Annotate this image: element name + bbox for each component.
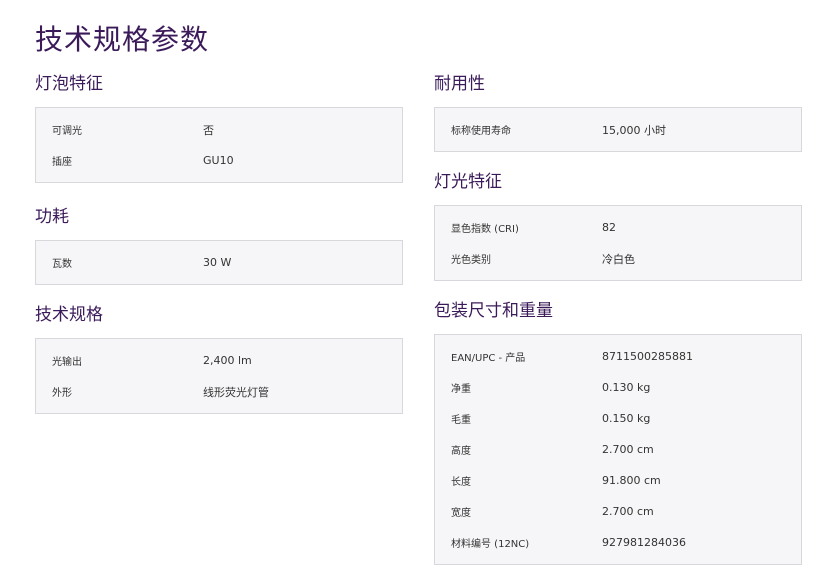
- spec-row: 光输出 2,400 lm: [36, 345, 402, 376]
- spec-value: 927981284036: [602, 536, 686, 549]
- spec-row: 显色指数 (CRI) 82: [435, 212, 801, 243]
- spec-row: 高度 2.700 cm: [435, 434, 801, 465]
- spec-table: 瓦数 30 W: [35, 240, 403, 285]
- spec-value: 91.800 cm: [602, 474, 661, 487]
- spec-row: 光色类别 冷白色: [435, 243, 801, 274]
- spec-label: 长度: [451, 477, 471, 488]
- spec-label: 毛重: [451, 415, 471, 426]
- spec-row: 净重 0.130 kg: [435, 372, 801, 403]
- spec-label: 显色指数 (CRI): [451, 224, 519, 235]
- section-light-features: 灯光特征 显色指数 (CRI) 82 光色类别 冷白色: [434, 170, 802, 281]
- section-title: 灯光特征: [434, 172, 502, 192]
- spec-label: 标称使用寿命: [451, 126, 511, 137]
- section-bulb-features: 灯泡特征 可调光 否 插座 GU10: [35, 72, 403, 183]
- spec-value: 2.700 cm: [602, 505, 654, 518]
- spec-value: 8711500285881: [602, 350, 693, 363]
- spec-row: EAN/UPC - 产品 8711500285881: [435, 341, 801, 372]
- spec-label: 光色类别: [451, 255, 491, 266]
- right-column: 耐用性 标称使用寿命 15,000 小时 灯光特征 显色指数 (CRI) 82 …: [434, 72, 802, 565]
- spec-row: 标称使用寿命 15,000 小时: [435, 114, 801, 145]
- spec-value: 82: [602, 221, 616, 234]
- spec-row: 瓦数 30 W: [36, 247, 402, 278]
- spec-row: 长度 91.800 cm: [435, 465, 801, 496]
- spec-value: 2.700 cm: [602, 443, 654, 456]
- spec-label: 光输出: [52, 357, 82, 368]
- section-title: 耐用性: [434, 74, 485, 94]
- spec-value: GU10: [203, 154, 234, 167]
- section-title: 技术规格: [35, 305, 103, 325]
- section-title: 包装尺寸和重量: [434, 301, 553, 321]
- spec-label: 高度: [451, 446, 471, 457]
- spec-label: 净重: [451, 384, 471, 395]
- spec-row: 毛重 0.150 kg: [435, 403, 801, 434]
- spec-row: 材料编号 (12NC) 927981284036: [435, 527, 801, 558]
- spec-row: 外形 线形荧光灯管: [36, 376, 402, 407]
- spec-row: 插座 GU10: [36, 145, 402, 176]
- spec-value: 30 W: [203, 256, 232, 269]
- section-title: 功耗: [35, 207, 69, 227]
- spec-value: 否: [203, 123, 214, 137]
- spec-label: 材料编号 (12NC): [451, 539, 530, 550]
- section-packaging: 包装尺寸和重量 EAN/UPC - 产品 8711500285881 净重 0.…: [434, 299, 802, 565]
- page-title: 技术规格参数: [35, 23, 210, 56]
- spec-value: 15,000 小时: [602, 123, 666, 137]
- spec-value: 线形荧光灯管: [203, 385, 269, 399]
- spec-table: 标称使用寿命 15,000 小时: [434, 107, 802, 152]
- section-technical: 技术规格 光输出 2,400 lm 外形 线形荧光灯管: [35, 303, 403, 414]
- spec-table: 光输出 2,400 lm 外形 线形荧光灯管: [35, 338, 403, 414]
- spec-value: 0.150 kg: [602, 412, 651, 425]
- spec-value: 0.130 kg: [602, 381, 651, 394]
- spec-label: 宽度: [451, 508, 471, 519]
- spec-row: 宽度 2.700 cm: [435, 496, 801, 527]
- left-column: 灯泡特征 可调光 否 插座 GU10 功耗 瓦数 30 W 技术规格 光输出 2…: [35, 72, 403, 414]
- spec-label: 插座: [52, 157, 72, 168]
- section-power: 功耗 瓦数 30 W: [35, 205, 403, 285]
- spec-label: 可调光: [52, 126, 82, 137]
- spec-row: 可调光 否: [36, 114, 402, 145]
- spec-table: 可调光 否 插座 GU10: [35, 107, 403, 183]
- section-title: 灯泡特征: [35, 74, 103, 94]
- spec-table: EAN/UPC - 产品 8711500285881 净重 0.130 kg 毛…: [434, 334, 802, 565]
- section-durability: 耐用性 标称使用寿命 15,000 小时: [434, 72, 802, 152]
- spec-label: 外形: [52, 388, 72, 399]
- spec-label: EAN/UPC - 产品: [451, 353, 526, 364]
- spec-value: 2,400 lm: [203, 354, 252, 367]
- spec-value: 冷白色: [602, 252, 635, 266]
- spec-label: 瓦数: [52, 259, 72, 270]
- spec-table: 显色指数 (CRI) 82 光色类别 冷白色: [434, 205, 802, 281]
